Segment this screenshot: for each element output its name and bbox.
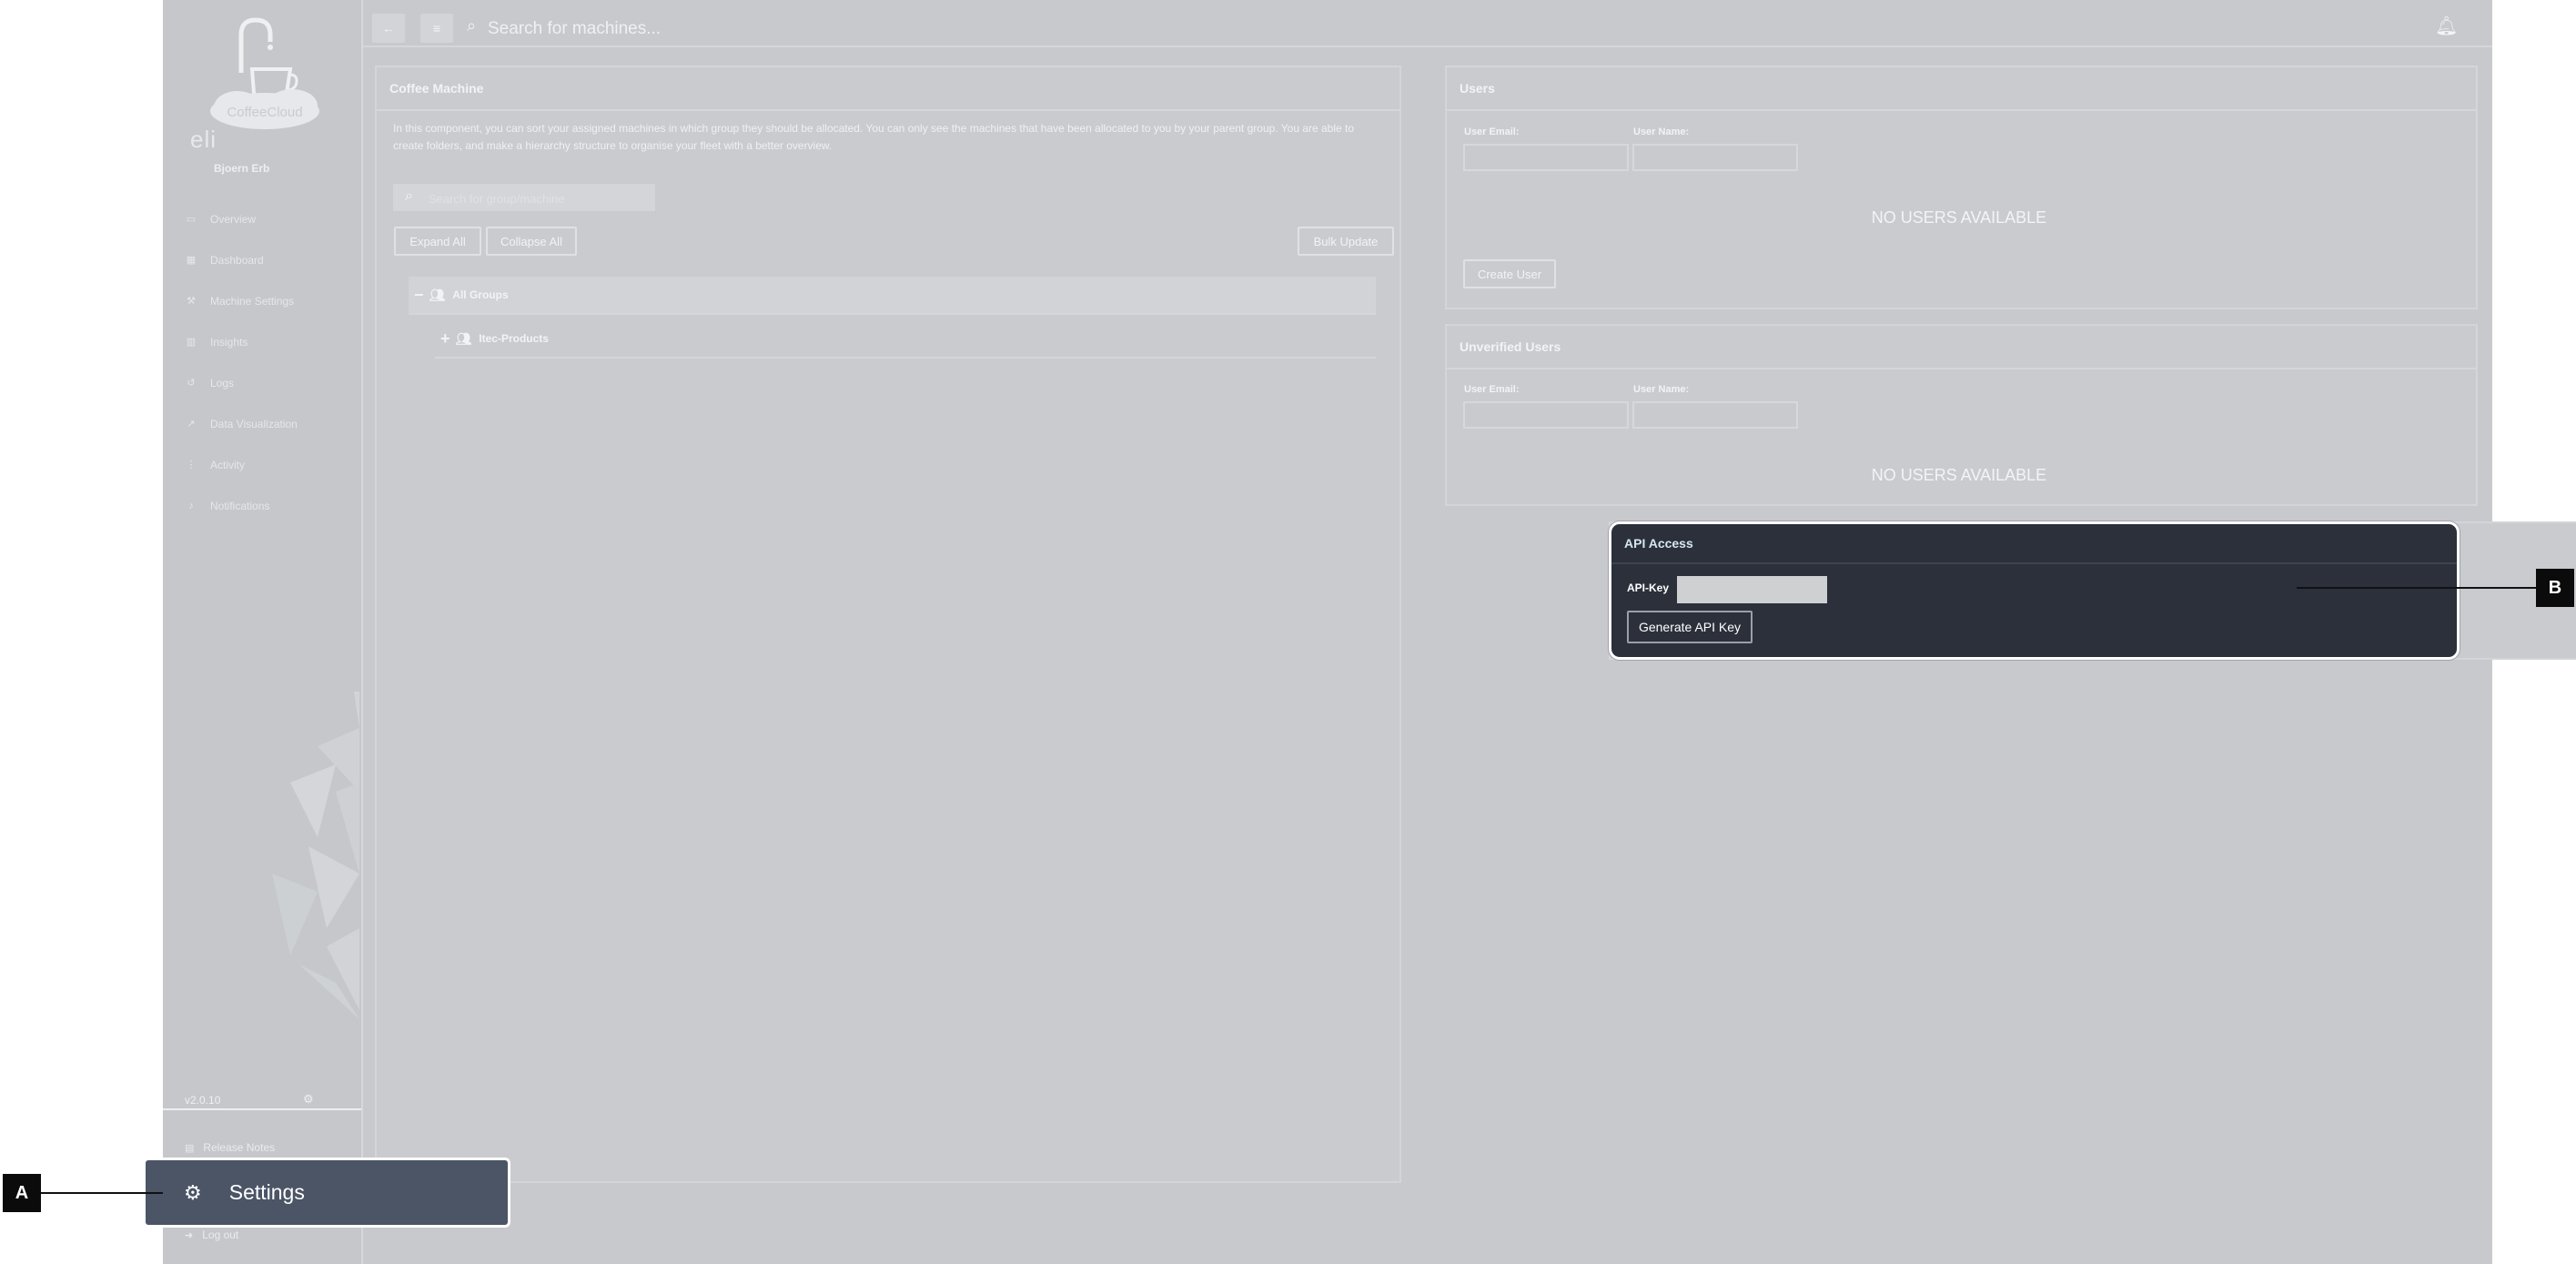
sidebar-item-machine-settings[interactable]: ⚒ Machine Settings: [163, 280, 361, 321]
tree-label: All Groups: [452, 288, 509, 301]
sidebar-item-data-visualization[interactable]: ↗ Data Visualization: [163, 403, 361, 444]
notification-bell-icon[interactable]: 🔔︎: [2435, 15, 2458, 37]
sidebar: CoffeeCloud eli Bjoern Erb ▭ Overview ▦ Da…: [163, 0, 363, 1264]
sidebar-item-overview[interactable]: ▭ Overview: [163, 198, 361, 239]
sidebar-item-label: Data Visualization: [210, 417, 298, 430]
decorative-triangles: [272, 692, 359, 1019]
panel-title: API Access: [1611, 524, 2457, 564]
machine-search-input[interactable]: [486, 15, 1035, 44]
sidebar-item-label: Release Notes: [203, 1141, 276, 1154]
tree-label: Itec-Products: [479, 332, 549, 345]
unverified-email-filter[interactable]: [1463, 401, 1629, 429]
coffeecloud-logo: CoffeeCloud: [210, 17, 319, 129]
callout-b-line: [2297, 587, 2536, 589]
sidebar-divider: [163, 1108, 361, 1110]
sidebar-item-label: Activity: [210, 458, 246, 471]
sidebar-item-logout[interactable]: ➜ Log out: [185, 1229, 238, 1241]
expand-all-button[interactable]: Expand All: [394, 227, 481, 256]
history-icon: ↺: [187, 378, 196, 389]
user-email-filter[interactable]: [1463, 144, 1629, 171]
tree-row-itec-products[interactable]: + 👥︎ Itec-Products: [435, 320, 1376, 359]
collapse-all-button[interactable]: Collapse All: [486, 227, 577, 256]
no-users-message: NO USERS AVAILABLE: [1871, 208, 2047, 227]
callout-b: B: [2536, 569, 2574, 607]
coffee-machine-description: In this component, you can sort your ass…: [393, 122, 1355, 152]
sidebar-item-label: Machine Settings: [210, 294, 295, 308]
sidebar-item-label: Insights: [210, 335, 248, 349]
hamburger-icon: ≡: [432, 21, 441, 35]
users-group-icon: 👥︎: [429, 287, 446, 302]
gear-icon: ⚙: [184, 1180, 202, 1204]
search-icon: ⌕: [405, 188, 413, 204]
callout-a: A: [3, 1174, 41, 1212]
no-users-message: NO USERS AVAILABLE: [1871, 466, 2047, 484]
back-button[interactable]: ←: [372, 14, 405, 43]
document-icon: ▤: [185, 1142, 195, 1154]
menu-button[interactable]: ≡: [420, 14, 453, 43]
expand-icon[interactable]: +: [440, 329, 450, 349]
bulk-update-button[interactable]: Bulk Update: [1298, 227, 1394, 256]
user-name-label: User Name:: [1633, 384, 1690, 395]
settings-label: Settings: [228, 1180, 305, 1204]
api-key-field[interactable]: [1677, 576, 1827, 603]
sidebar-item-label: Dashboard: [210, 253, 264, 267]
callout-a-line: [41, 1192, 163, 1194]
sidebar-item-release-notes[interactable]: ▤ Release Notes: [185, 1141, 275, 1154]
line-chart-icon: ↗: [187, 419, 196, 430]
sidebar-item-notifications[interactable]: ♪ Notifications: [163, 485, 361, 526]
panel-title: Coffee Machine: [377, 67, 1399, 111]
sidebar-item-label: Log out: [202, 1229, 239, 1241]
unverified-name-filter[interactable]: [1632, 401, 1798, 429]
settings-menu-item[interactable]: ⚙ Settings: [143, 1158, 510, 1228]
activity-icon: ⋮: [186, 460, 197, 470]
users-panel: Users: [1445, 66, 2478, 309]
sidebar-item-activity[interactable]: ⋮ Activity: [163, 444, 361, 485]
user-name[interactable]: Bjoern Erb: [214, 162, 269, 175]
collapse-icon[interactable]: −: [414, 286, 424, 305]
generate-api-key-button[interactable]: Generate API Key: [1627, 611, 1753, 643]
user-name-filter[interactable]: [1632, 144, 1798, 171]
users-group-icon: 👥︎: [455, 330, 472, 346]
gear-icon[interactable]: ⚙: [303, 1092, 314, 1107]
sidebar-item-dashboard[interactable]: ▦ Dashboard: [163, 239, 361, 280]
api-access-panel: API Access API-Key Generate API Key: [1609, 521, 2460, 660]
app-window: CoffeeCloud eli Bjoern Erb ▭ Overview ▦ Da…: [163, 0, 2576, 1264]
api-key-label: API-Key: [1627, 581, 1670, 594]
grid-icon: ▦: [186, 255, 197, 266]
sidebar-item-label: Notifications: [210, 499, 270, 512]
user-name-label: User Name:: [1633, 126, 1690, 137]
logout-icon: ➜: [185, 1229, 194, 1241]
search-icon: ⌕: [467, 16, 477, 35]
create-user-button[interactable]: Create User: [1463, 259, 1556, 288]
panel-title: Unverified Users: [1447, 326, 2476, 369]
arrow-left-icon: ←: [382, 21, 395, 35]
bar-chart-icon: ▥: [186, 337, 197, 348]
monitor-icon: ▭: [186, 214, 197, 225]
company-logo-text: eli: [190, 126, 217, 153]
sidebar-nav: ▭ Overview ▦ Dashboard ⚒ Machine Settings ▥…: [163, 198, 361, 526]
sidebar-item-logs[interactable]: ↺ Logs: [163, 362, 361, 403]
top-bar: ← ≡ ⌕ 🔔︎: [363, 0, 2492, 47]
app-version: v2.0.10: [185, 1094, 221, 1107]
sidebar-item-label: Logs: [210, 376, 235, 389]
user-email-label: User Email:: [1464, 384, 1520, 395]
sidebar-item-insights[interactable]: ▥ Insights: [163, 321, 361, 362]
panel-title: Users: [1447, 67, 2476, 111]
wrench-icon: ⚒: [187, 296, 196, 307]
user-email-label: User Email:: [1464, 126, 1520, 137]
bell-icon: ♪: [188, 500, 194, 511]
sidebar-item-label: Overview: [210, 212, 257, 226]
tree-row-all-groups[interactable]: − 👥︎ All Groups: [409, 277, 1376, 315]
group-search-input[interactable]: [427, 186, 649, 211]
svg-text:CoffeeCloud: CoffeeCloud: [227, 105, 302, 120]
